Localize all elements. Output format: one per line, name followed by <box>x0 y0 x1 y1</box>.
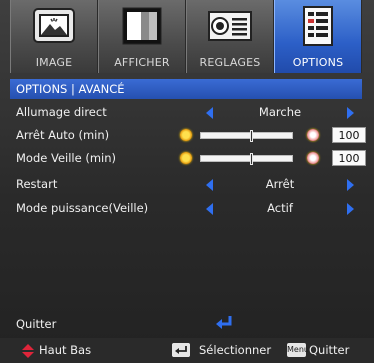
tab-afficher[interactable]: AFFICHER <box>98 0 186 73</box>
decrease-sun-icon <box>180 152 192 164</box>
footer-nav-label: Haut Bas <box>39 343 92 357</box>
right-arrow-icon[interactable] <box>347 179 354 191</box>
up-down-arrows-icon <box>22 344 34 358</box>
tab-reglages-label: REGLAGES <box>199 56 261 69</box>
left-arrow-icon[interactable] <box>206 179 213 191</box>
arret-auto-slider[interactable] <box>200 130 293 142</box>
options-list-icon <box>303 6 333 46</box>
left-arrow-icon[interactable] <box>206 107 213 119</box>
footer-select-label: Sélectionner <box>199 343 272 357</box>
enter-key-icon <box>172 343 190 357</box>
tab-options[interactable]: OPTIONS <box>274 0 362 73</box>
mode-veille-value: 100 <box>332 150 366 166</box>
breadcrumb: OPTIONS | AVANCÉ <box>10 79 362 99</box>
tab-image[interactable]: IMAGE <box>10 0 98 73</box>
right-arrow-icon[interactable] <box>347 203 354 215</box>
footer-quit-label: Quitter <box>309 343 350 357</box>
osd-menu: IMAGE AFFICHER REGLAGES OPTIONS OPTIONS … <box>0 0 374 363</box>
tab-afficher-label: AFFICHER <box>114 56 170 69</box>
menu-row-label: Quitter <box>16 317 57 331</box>
menu-row-restart[interactable]: Restart Arrêt <box>10 174 362 196</box>
tab-options-label: OPTIONS <box>292 56 344 69</box>
enter-arrow-icon[interactable] <box>215 315 233 331</box>
menu-row-label: Arrêt Auto (min) <box>16 128 110 142</box>
menu-row-quitter[interactable]: Quitter <box>10 315 362 333</box>
slider-thumb[interactable] <box>249 153 253 165</box>
tab-image-label: IMAGE <box>35 56 73 69</box>
increase-sun-icon <box>307 129 319 141</box>
decrease-sun-icon <box>180 129 192 141</box>
menu-row-value: Arrêt <box>265 177 295 191</box>
left-arrow-icon[interactable] <box>206 203 213 215</box>
image-tab-icon <box>33 8 75 43</box>
arret-auto-value: 100 <box>332 127 366 143</box>
menu-row-label: Restart <box>16 177 58 191</box>
mode-veille-slider[interactable] <box>200 153 293 165</box>
menu-row-mode-puissance[interactable]: Mode puissance(Veille) Actif <box>10 198 362 220</box>
increase-sun-icon <box>307 152 319 164</box>
menu-row-value: Marche <box>258 105 302 119</box>
menu-row-arret-auto[interactable]: Arrêt Auto (min) 100 <box>10 125 366 147</box>
right-arrow-icon[interactable] <box>347 107 354 119</box>
projector-settings-icon <box>208 11 252 41</box>
slider-thumb[interactable] <box>249 130 253 142</box>
display-tab-icon <box>122 7 162 45</box>
menu-row-mode-veille[interactable]: Mode Veille (min) 100 <box>10 148 366 170</box>
menu-key-icon: Menu <box>287 343 309 357</box>
menu-row-allumage-direct[interactable]: Allumage direct Marche <box>10 102 362 124</box>
menu-row-label: Allumage direct <box>16 105 107 119</box>
menu-row-value: Actif <box>267 201 293 215</box>
menu-tabs: IMAGE AFFICHER REGLAGES OPTIONS <box>10 0 362 73</box>
menu-row-label: Mode puissance(Veille) <box>16 201 149 215</box>
tab-reglages[interactable]: REGLAGES <box>186 0 274 73</box>
footer-help-bar: Haut Bas Sélectionner Menu Quitter <box>0 338 374 363</box>
menu-row-label: Mode Veille (min) <box>16 151 117 165</box>
